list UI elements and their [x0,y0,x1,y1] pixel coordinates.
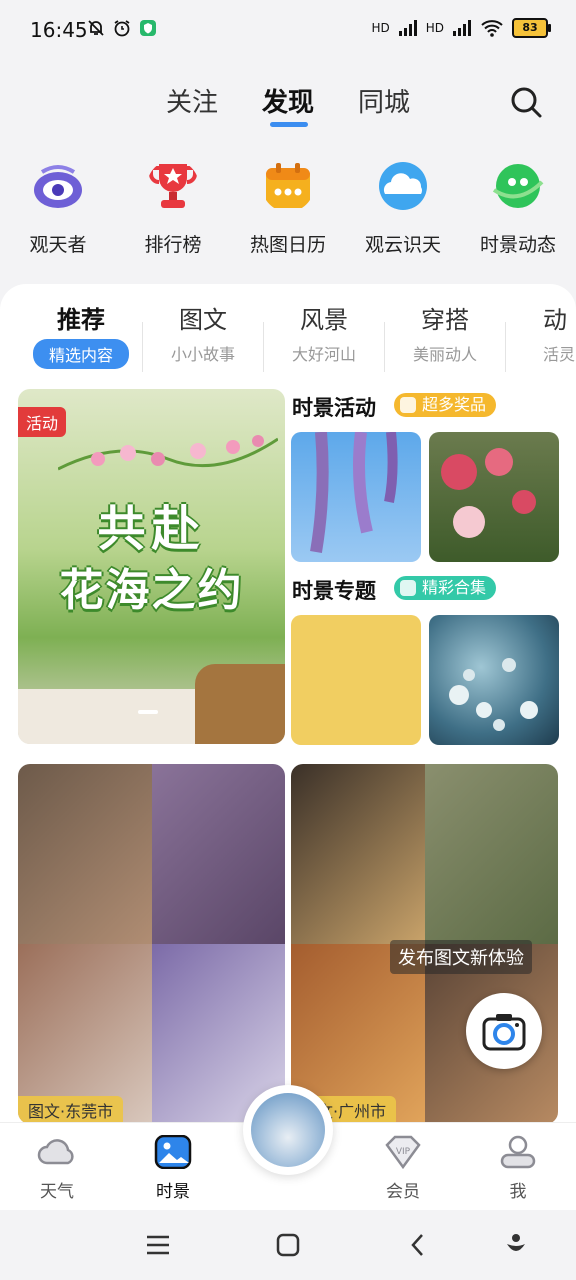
wifi-icon [481,20,503,37]
system-nav-bar [0,1210,576,1280]
ice-bubbles-image [449,658,538,731]
search-icon[interactable] [508,84,544,120]
alarm-icon [114,20,130,37]
picnic-basket-image [195,664,285,744]
tab-discover[interactable]: 发现 [262,82,314,119]
carousel-indicator [138,710,158,714]
cloud-icon [379,162,427,210]
vip-icon: VIP [385,1135,421,1170]
activity-tag: 活动 [18,407,67,437]
center-sky-button[interactable] [243,1085,333,1175]
topic-badge[interactable]: 精彩合集 [394,576,497,600]
blossom-image [441,448,536,538]
menu-icon[interactable] [143,1230,173,1260]
calendar-icon [266,163,310,208]
signal-icon-2 [453,20,471,36]
nav-scenery[interactable]: 时景 [128,1134,218,1202]
top-tabs: 关注 发现 同城 [0,82,576,132]
nav-me[interactable]: 我 [473,1135,563,1202]
svg-text:VIP: VIP [396,1147,411,1157]
sky-image [251,1093,325,1167]
feed-card-dongguan[interactable]: 图文·东莞市 [18,764,285,1124]
subtab-graphic[interactable]: 图文 小小故事 [143,300,263,365]
tab-follow[interactable]: 关注 [166,82,218,119]
subtab-recommend[interactable]: 推荐 精选内容 [21,300,141,369]
category-cloud-watch[interactable]: 观云识天 [348,160,458,257]
activity-thumb-wisteria[interactable] [291,432,421,562]
section-title-topic[interactable]: 时景专题 [292,575,376,605]
sub-tabs: 推荐 精选内容 图文 小小故事 风景 大好河山 穿搭 美丽动人 动 活灵 [0,300,576,372]
tab-local[interactable]: 同城 [358,82,410,119]
subtab-outfit[interactable]: 穿搭 美丽动人 [385,300,505,365]
nav-weather[interactable]: 天气 [12,1135,102,1202]
feed-caption: 图文·东莞市 [18,1096,124,1124]
trophy-icon [149,164,197,208]
person-icon [500,1135,536,1169]
status-time: 16:45 [30,18,88,42]
eye-icon [34,165,82,208]
banner-title-1: 共赴 [97,501,206,557]
mute-bell-icon [88,20,104,36]
camera-icon [482,1014,526,1051]
publish-tip: 发布图文新体验 [390,940,532,974]
flower-garland-icon [58,435,278,471]
activity-banner[interactable]: 活动 共赴 花海之约 [18,389,285,744]
grid-icon [400,580,416,596]
signal-icon [398,20,417,36]
shield-icon [140,20,156,36]
category-row: 观天者 排行榜 热图日历 观云识天 时景动态 [0,160,576,260]
category-observer[interactable]: 观天者 [3,160,113,257]
active-tab-indicator [270,122,308,127]
topic-thumb-yellow[interactable] [291,615,421,745]
wisteria-image [310,432,398,553]
category-dynamic[interactable]: 时景动态 [463,160,573,257]
topic-thumb-ice[interactable] [429,615,559,745]
gift-icon [400,397,416,413]
category-calendar[interactable]: 热图日历 [233,160,343,257]
status-bar: 16:45 HD HD 83 [0,0,576,60]
assistant-icon[interactable] [501,1230,531,1260]
subtab-scenery[interactable]: 风景 大好河山 [264,300,384,365]
section-title-activity[interactable]: 时景活动 [292,392,376,422]
battery-indicator: 83 [512,18,551,38]
hd-label-1: HD [371,21,390,35]
hd-label-2: HD [425,21,444,35]
subtab-motion[interactable]: 动 活灵 [506,300,576,365]
planet-icon [492,164,544,208]
camera-button[interactable] [466,993,542,1069]
activity-thumb-blossom[interactable] [429,432,559,562]
category-ranking[interactable]: 排行榜 [118,160,228,257]
picture-icon [154,1134,192,1170]
cloud-outline-icon [37,1139,74,1165]
home-icon[interactable] [273,1230,303,1260]
nav-vip[interactable]: VIP 会员 [358,1135,448,1202]
back-icon[interactable] [403,1230,433,1260]
banner-title-2: 花海之约 [59,565,244,616]
activity-badge[interactable]: 超多奖品 [394,393,497,417]
